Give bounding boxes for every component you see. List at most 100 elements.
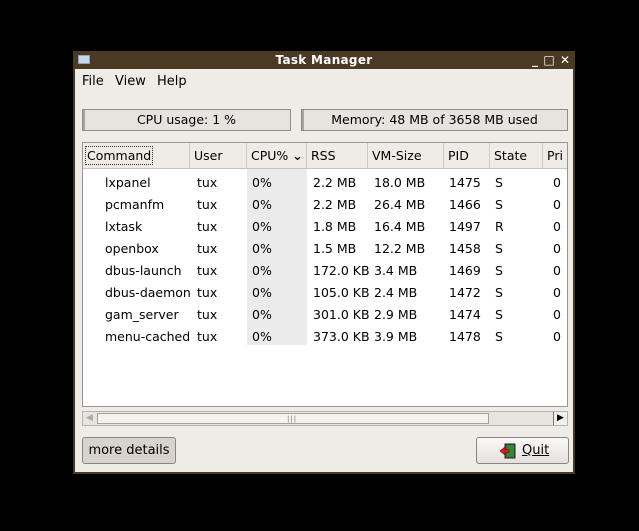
cell-cpu: 0%: [252, 285, 272, 300]
table-row[interactable]: dbus-daemon tux 0% 105.0 KB 2.4 MB 1472 S 0: [83, 282, 567, 304]
cell-pri: 0: [553, 329, 561, 344]
cell-pri: 0: [553, 219, 561, 234]
cell-pri: 0: [553, 307, 561, 322]
cell-pri: 0: [553, 175, 561, 190]
cell-cpu: 0%: [252, 175, 272, 190]
column-header-command[interactable]: Command: [83, 143, 190, 168]
table-row[interactable]: pcmanfm tux 0% 2.2 MB 26.4 MB 1466 S 0: [83, 194, 567, 216]
scroll-left-icon[interactable]: ◀: [86, 413, 93, 423]
column-header-priority[interactable]: Pri: [543, 143, 567, 168]
cell-user: tux: [197, 307, 218, 322]
table-row[interactable]: lxpanel tux 0% 2.2 MB 18.0 MB 1475 S 0: [83, 172, 567, 194]
cell-state: R: [495, 219, 504, 234]
menu-file[interactable]: File: [82, 74, 104, 89]
cell-pid: 1474: [449, 307, 481, 322]
table-row[interactable]: gam_server tux 0% 301.0 KB 2.9 MB 1474 S 0: [83, 304, 567, 326]
memory-usage-indicator: Memory: 48 MB of 3658 MB used: [301, 109, 568, 131]
cell-user: tux: [197, 197, 218, 212]
column-header-pid[interactable]: PID: [444, 143, 490, 168]
cell-user: tux: [197, 329, 218, 344]
cell-state: S: [495, 329, 503, 344]
menu-help[interactable]: Help: [157, 74, 187, 89]
menu-bar: File View Help: [75, 69, 573, 95]
cell-vm: 26.4 MB: [374, 197, 426, 212]
cell-user: tux: [197, 285, 218, 300]
quit-label: Quit: [522, 443, 550, 458]
cell-state: S: [495, 197, 503, 212]
cell-cpu: 0%: [252, 329, 272, 344]
horizontal-scrollbar[interactable]: ◀ ||| ▶: [82, 411, 568, 426]
cell-pid: 1458: [449, 241, 481, 256]
title-bar[interactable]: Task Manager _ □ ✕: [73, 51, 575, 69]
column-header-user[interactable]: User: [190, 143, 247, 168]
cell-rss: 1.8 MB: [313, 219, 357, 234]
column-header-state[interactable]: State: [490, 143, 543, 168]
task-manager-window: Task Manager _ □ ✕ File View Help CPU us…: [73, 51, 575, 474]
cell-state: S: [495, 307, 503, 322]
column-header-rss[interactable]: RSS: [307, 143, 368, 168]
cell-user: tux: [197, 219, 218, 234]
cell-command: gam_server: [105, 307, 179, 322]
cell-state: S: [495, 175, 503, 190]
cell-command: dbus-daemon: [105, 285, 191, 300]
cell-pri: 0: [553, 197, 561, 212]
cell-rss: 105.0 KB: [313, 285, 370, 300]
process-list-header: Command User CPU% ⌄ RSS VM-Size PID Stat…: [83, 143, 567, 169]
scrollbar-thumb[interactable]: |||: [97, 413, 489, 424]
scroll-right-icon[interactable]: ▶: [553, 412, 567, 425]
cell-rss: 172.0 KB: [313, 263, 370, 278]
maximize-icon[interactable]: □: [543, 53, 555, 67]
cell-state: S: [495, 263, 503, 278]
cell-pid: 1478: [449, 329, 481, 344]
cell-pri: 0: [553, 241, 561, 256]
cell-pid: 1469: [449, 263, 481, 278]
cell-vm: 3.9 MB: [374, 329, 418, 344]
sort-descending-icon: ⌄: [292, 148, 303, 163]
cell-vm: 12.2 MB: [374, 241, 426, 256]
cell-pid: 1472: [449, 285, 481, 300]
cell-cpu: 0%: [252, 307, 272, 322]
window-title: Task Manager: [275, 53, 373, 67]
cell-command: menu-cached: [105, 329, 191, 344]
cell-user: tux: [197, 263, 218, 278]
cell-vm: 2.4 MB: [374, 285, 418, 300]
cell-rss: 373.0 KB: [313, 329, 370, 344]
close-icon[interactable]: ✕: [559, 53, 571, 67]
column-header-vm-size[interactable]: VM-Size: [368, 143, 444, 168]
cell-rss: 2.2 MB: [313, 197, 357, 212]
window-content: File View Help CPU usage: 1 % Memory: 48…: [75, 69, 573, 472]
cell-vm: 18.0 MB: [374, 175, 426, 190]
table-row[interactable]: openbox tux 0% 1.5 MB 12.2 MB 1458 S 0: [83, 238, 567, 260]
cell-command: lxtask: [105, 219, 143, 234]
cell-vm: 2.9 MB: [374, 307, 418, 322]
cell-state: S: [495, 241, 503, 256]
cell-pri: 0: [553, 263, 561, 278]
cell-cpu: 0%: [252, 197, 272, 212]
cell-vm: 16.4 MB: [374, 219, 426, 234]
exit-door-icon: [500, 443, 516, 459]
cpu-usage-indicator: CPU usage: 1 %: [82, 109, 291, 131]
cell-cpu: 0%: [252, 263, 272, 278]
table-row[interactable]: lxtask tux 0% 1.8 MB 16.4 MB 1497 R 0: [83, 216, 567, 238]
cell-user: tux: [197, 241, 218, 256]
cell-rss: 1.5 MB: [313, 241, 357, 256]
cell-rss: 2.2 MB: [313, 175, 357, 190]
cell-pid: 1497: [449, 219, 481, 234]
cell-state: S: [495, 285, 503, 300]
cell-rss: 301.0 KB: [313, 307, 370, 322]
column-header-cpu[interactable]: CPU% ⌄: [247, 143, 307, 168]
cell-cpu: 0%: [252, 219, 272, 234]
cell-pid: 1466: [449, 197, 481, 212]
minimize-icon[interactable]: _: [529, 53, 541, 67]
menu-view[interactable]: View: [115, 74, 146, 89]
cell-pri: 0: [553, 285, 561, 300]
process-list[interactable]: Command User CPU% ⌄ RSS VM-Size PID Stat…: [82, 142, 568, 407]
table-row[interactable]: menu-cached tux 0% 373.0 KB 3.9 MB 1478 S 0: [83, 326, 567, 348]
cell-cpu: 0%: [252, 241, 272, 256]
cell-command: dbus-launch: [105, 263, 182, 278]
quit-button[interactable]: Quit: [476, 437, 569, 464]
table-row[interactable]: dbus-launch tux 0% 172.0 KB 3.4 MB 1469 S 0: [83, 260, 567, 282]
cell-vm: 3.4 MB: [374, 263, 418, 278]
more-details-button[interactable]: more details: [82, 437, 176, 464]
cell-pid: 1475: [449, 175, 481, 190]
